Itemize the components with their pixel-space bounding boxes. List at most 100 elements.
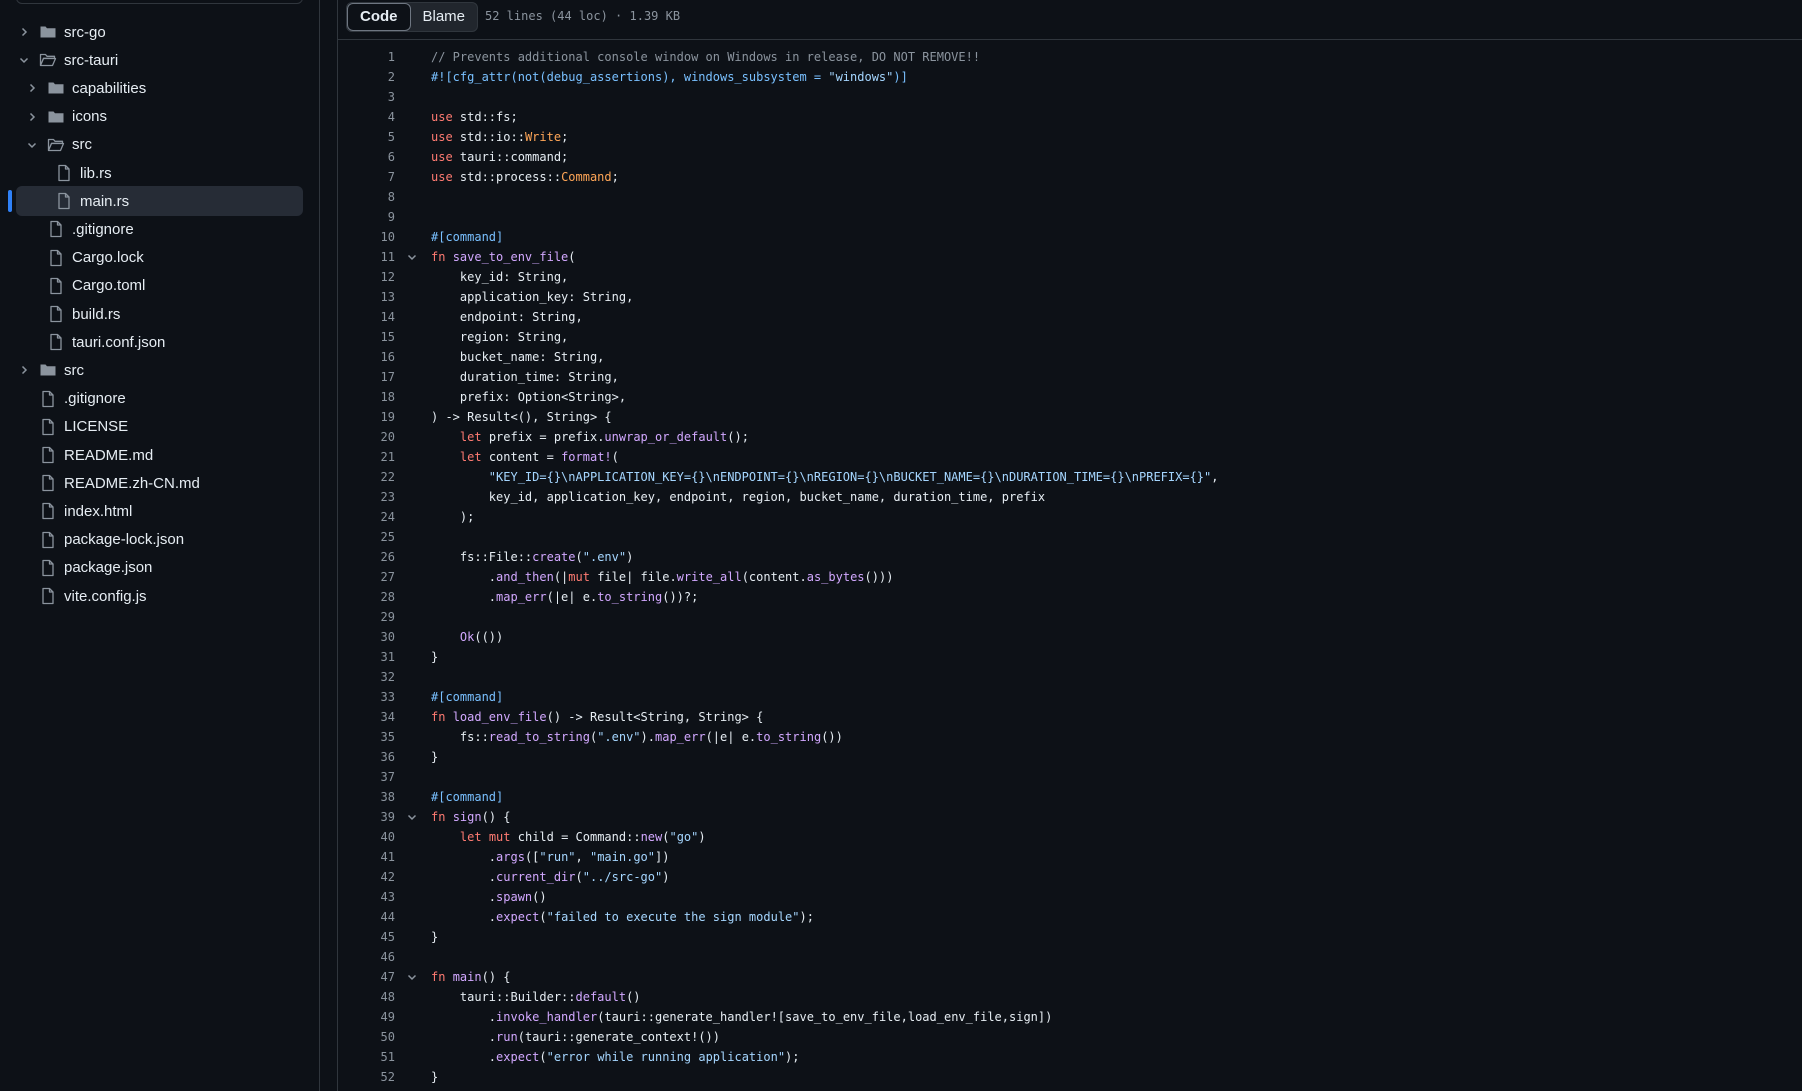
tree-item-label: Cargo.toml xyxy=(72,277,146,295)
tree-item-label: icons xyxy=(72,108,108,126)
line-number[interactable]: 20 xyxy=(338,427,395,447)
line-number[interactable]: 6 xyxy=(338,147,395,167)
tree-folder-item[interactable]: src-go xyxy=(16,17,303,47)
line-number[interactable]: 33 xyxy=(338,687,395,707)
line-number[interactable]: 27 xyxy=(338,567,395,587)
line-number[interactable]: 18 xyxy=(338,387,395,407)
line-number[interactable]: 49 xyxy=(338,1007,395,1027)
chevron-down-icon[interactable] xyxy=(26,139,38,151)
line-number[interactable]: 34 xyxy=(338,707,395,727)
line-number[interactable]: 46 xyxy=(338,947,395,967)
blame-tab[interactable]: Blame xyxy=(411,3,478,31)
line-number[interactable]: 48 xyxy=(338,987,395,1007)
tree-file-item[interactable]: package.json xyxy=(16,553,303,583)
tree-file-item[interactable]: README.zh-CN.md xyxy=(16,468,303,498)
tree-file-item[interactable]: .gitignore xyxy=(16,214,303,244)
line-number[interactable]: 23 xyxy=(338,487,395,507)
line-number[interactable]: 40 xyxy=(338,827,395,847)
code-tab[interactable]: Code xyxy=(347,3,411,31)
code-token: (| xyxy=(553,570,569,584)
file-icon xyxy=(50,221,62,238)
code-token: as_bytes xyxy=(806,570,865,584)
code-text: use std::io::Write; xyxy=(431,127,568,147)
tree-file-item[interactable]: build.rs xyxy=(16,299,303,329)
tree-file-item[interactable]: LICENSE xyxy=(16,412,303,442)
tree-file-item[interactable]: index.html xyxy=(16,496,303,526)
tree-file-item[interactable]: lib.rs xyxy=(16,158,303,188)
fold-chevron-icon[interactable] xyxy=(406,811,418,823)
tree-file-item[interactable]: package-lock.json xyxy=(16,525,303,555)
line-number[interactable]: 25 xyxy=(338,527,395,547)
line-number[interactable]: 5 xyxy=(338,127,395,147)
tree-folder-item[interactable]: src-tauri xyxy=(16,45,303,75)
line-number[interactable]: 24 xyxy=(338,507,395,527)
chevron-down-icon[interactable] xyxy=(18,54,30,66)
chevron-right-icon[interactable] xyxy=(18,364,30,376)
tree-file-item[interactable]: vite.config.js xyxy=(16,581,303,611)
line-number[interactable]: 19 xyxy=(338,407,395,427)
tree-file-item[interactable]: README.md xyxy=(16,440,303,470)
tree-file-item[interactable]: Cargo.toml xyxy=(16,271,303,301)
line-number[interactable]: 36 xyxy=(338,747,395,767)
tree-folder-item[interactable]: capabilities xyxy=(16,73,303,103)
line-number[interactable]: 45 xyxy=(338,927,395,947)
line-number[interactable]: 14 xyxy=(338,307,395,327)
chevron-right-icon[interactable] xyxy=(26,111,38,123)
tree-file-item[interactable]: Cargo.lock xyxy=(16,243,303,273)
line-number[interactable]: 7 xyxy=(338,167,395,187)
line-number[interactable]: 47 xyxy=(338,967,395,987)
code-text: use std::process::Command; xyxy=(431,167,619,187)
line-number[interactable]: 51 xyxy=(338,1047,395,1067)
code-token: ]) xyxy=(655,850,670,864)
line-number[interactable]: 37 xyxy=(338,767,395,787)
code-token: args xyxy=(496,850,525,864)
line-number[interactable]: 2 xyxy=(338,67,395,87)
line-number[interactable]: 44 xyxy=(338,907,395,927)
line-number[interactable]: 17 xyxy=(338,367,395,387)
tree-file-item[interactable]: main.rs xyxy=(16,186,303,217)
line-number[interactable]: 39 xyxy=(338,807,395,827)
fold-chevron-icon[interactable] xyxy=(406,971,418,983)
line-number[interactable]: 28 xyxy=(338,587,395,607)
line-number[interactable]: 30 xyxy=(338,627,395,647)
line-number[interactable]: 9 xyxy=(338,207,395,227)
code-token: Ok xyxy=(459,630,475,644)
line-number[interactable]: 41 xyxy=(338,847,395,867)
line-number[interactable]: 21 xyxy=(338,447,395,467)
line-number[interactable]: 31 xyxy=(338,647,395,667)
chevron-right-icon[interactable] xyxy=(18,26,30,38)
line-number[interactable]: 12 xyxy=(338,267,395,287)
folder-open-icon xyxy=(39,54,57,67)
line-number[interactable]: 11 xyxy=(338,247,395,267)
tree-folder-item[interactable]: src xyxy=(16,355,303,385)
code-token: "go" xyxy=(669,830,699,844)
line-number[interactable]: 15 xyxy=(338,327,395,347)
chevron-right-icon[interactable] xyxy=(26,82,38,94)
file-filter-input[interactable] xyxy=(16,0,303,4)
tree-folder-item[interactable]: src xyxy=(16,130,303,160)
line-number[interactable]: 29 xyxy=(338,607,395,627)
line-number[interactable]: 13 xyxy=(338,287,395,307)
code-token: ())) xyxy=(864,570,894,584)
tree-file-item[interactable]: tauri.conf.json xyxy=(16,327,303,357)
line-number[interactable]: 10 xyxy=(338,227,395,247)
line-number[interactable]: 16 xyxy=(338,347,395,367)
line-number[interactable]: 52 xyxy=(338,1067,395,1087)
line-number[interactable]: 22 xyxy=(338,467,395,487)
line-number[interactable]: 43 xyxy=(338,887,395,907)
line-number[interactable]: 8 xyxy=(338,187,395,207)
line-number[interactable]: 3 xyxy=(338,87,395,107)
code-line: 11 fn save_to_env_file( xyxy=(338,247,1802,267)
tree-folder-item[interactable]: icons xyxy=(16,102,303,132)
line-number[interactable]: 38 xyxy=(338,787,395,807)
line-number[interactable]: 32 xyxy=(338,667,395,687)
line-number[interactable]: 4 xyxy=(338,107,395,127)
line-number[interactable]: 1 xyxy=(338,47,395,67)
line-number[interactable]: 26 xyxy=(338,547,395,567)
line-number[interactable]: 42 xyxy=(338,867,395,887)
line-number[interactable]: 35 xyxy=(338,727,395,747)
tree-file-item[interactable]: .gitignore xyxy=(16,384,303,414)
line-number[interactable]: 50 xyxy=(338,1027,395,1047)
code-token: ()) xyxy=(821,730,843,744)
fold-chevron-icon[interactable] xyxy=(406,251,418,263)
